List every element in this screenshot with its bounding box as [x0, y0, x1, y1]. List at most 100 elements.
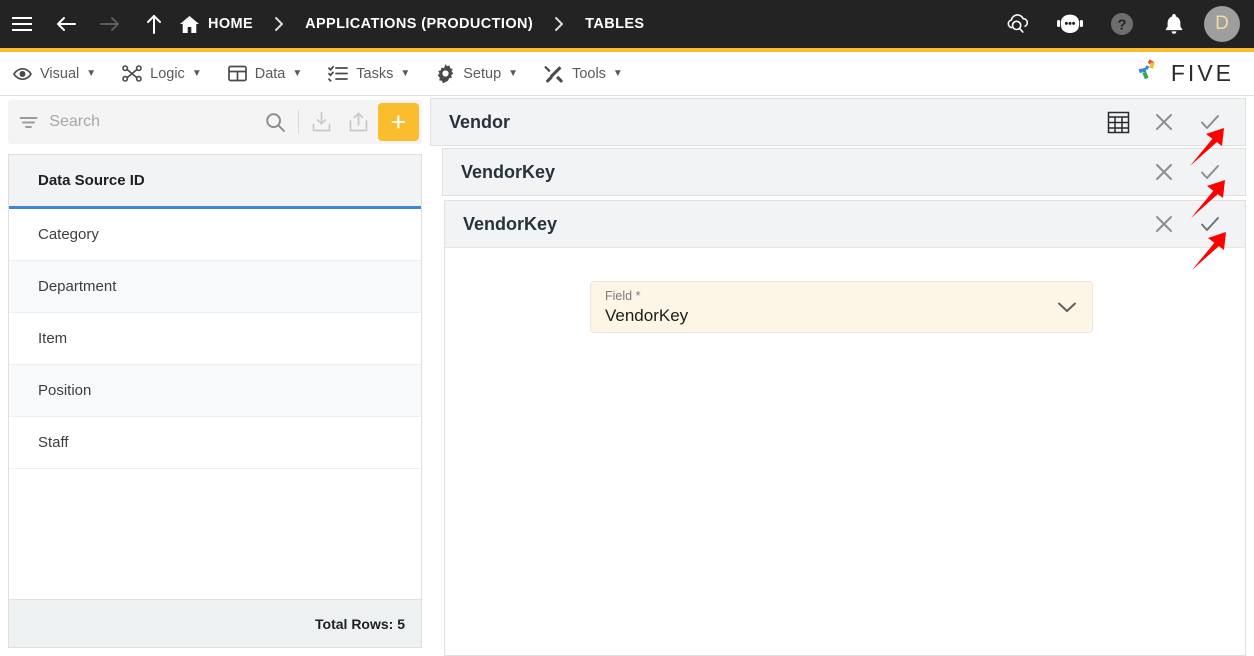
breadcrumb-tables[interactable]: TABLES	[581, 0, 648, 48]
field-select[interactable]: Field * VendorKey	[590, 281, 1093, 333]
table-cell-name: Category	[38, 226, 99, 243]
field-select-label: Field *	[605, 288, 641, 303]
chevron-down-icon: ▼	[191, 68, 202, 79]
data-source-panel: + Data Source ID Category Department Ite…	[8, 100, 422, 648]
five-brand-text: FIVE	[1170, 60, 1234, 86]
chevron-down-icon: ▼	[612, 68, 623, 79]
vendorkey-card: VendorKey	[442, 148, 1246, 196]
chevron-down-icon[interactable]	[1056, 300, 1078, 314]
avatar-initial: D	[1215, 13, 1229, 34]
menu-item-tools-label: Tools	[572, 65, 606, 82]
vendorkey-detail-card: VendorKey Field * VendorKey	[444, 200, 1246, 656]
chevron-down-icon: ▼	[508, 68, 519, 79]
confirm-check-icon[interactable]	[1189, 202, 1231, 246]
table-row[interactable]: Department	[9, 261, 421, 313]
toolbar-divider	[297, 110, 299, 134]
notifications-bell-icon[interactable]	[1152, 0, 1196, 48]
breadcrumb-separator-2	[537, 0, 581, 48]
menu-item-setup[interactable]: Setup ▼	[423, 52, 531, 96]
add-button[interactable]: +	[377, 103, 420, 141]
close-icon[interactable]	[1143, 202, 1185, 246]
menu-item-tasks-label: Tasks	[356, 65, 394, 82]
vendorkey-detail-actions	[1143, 202, 1231, 246]
breadcrumb-applications[interactable]: APPLICATIONS (PRODUCTION)	[301, 0, 537, 48]
table-cell-name: Item	[38, 330, 68, 347]
table-cell-name: Staff	[38, 434, 69, 451]
confirm-check-icon[interactable]	[1189, 150, 1231, 194]
checklist-icon	[328, 65, 349, 82]
svg-text:?: ?	[1117, 17, 1126, 34]
menu-item-logic[interactable]: Logic ▼	[109, 52, 215, 96]
menu-item-data-label: Data	[254, 65, 286, 82]
arrow-left-icon[interactable]	[44, 0, 88, 48]
eye-icon	[13, 66, 32, 82]
tools-icon	[544, 65, 564, 83]
home-icon	[180, 15, 199, 33]
vendor-card: Vendor	[430, 98, 1246, 146]
table-cell-name: Department	[38, 278, 117, 295]
column-header-data-source-id[interactable]: Data Source ID	[9, 155, 421, 209]
table-row[interactable]: Staff	[9, 417, 421, 469]
menu-item-tools[interactable]: Tools ▼	[531, 52, 636, 96]
close-icon[interactable]	[1143, 100, 1185, 144]
menu-item-data[interactable]: Data ▼	[215, 52, 316, 96]
chevron-down-icon: ▼	[292, 68, 303, 79]
five-logo-icon	[1134, 57, 1164, 90]
field-select-value: VendorKey	[605, 305, 689, 325]
table-row[interactable]: Position	[9, 365, 421, 417]
search-toolbar: +	[8, 100, 422, 144]
total-rows-label: Total Rows: 5	[315, 615, 405, 632]
nodes-icon	[122, 65, 142, 82]
column-header-label: Data Source ID	[38, 172, 145, 189]
gear-icon	[436, 64, 455, 83]
menu-item-tasks[interactable]: Tasks ▼	[315, 52, 423, 96]
vendor-card-actions	[1097, 100, 1231, 144]
cloud-search-icon[interactable]	[996, 0, 1040, 48]
vendorkey-card-header: VendorKey	[443, 149, 1245, 195]
menu-item-visual-label: Visual	[40, 65, 80, 82]
arrow-up-icon[interactable]	[132, 0, 176, 48]
vendorkey-detail-body: Field * VendorKey	[445, 248, 1245, 655]
vendor-card-header: Vendor	[431, 99, 1245, 145]
grid-view-icon[interactable]	[1097, 100, 1139, 144]
table-icon	[227, 65, 247, 82]
grid-rows: Category Department Item Position Staff	[9, 209, 421, 599]
vendorkey-card-title: VendorKey	[461, 161, 556, 182]
table-row[interactable]: Item	[9, 313, 421, 365]
breadcrumb-home[interactable]: HOME	[176, 0, 257, 48]
breadcrumb-home-label: HOME	[208, 16, 254, 32]
confirm-check-icon[interactable]	[1189, 100, 1231, 144]
data-source-grid: Data Source ID Category Department Item …	[8, 154, 422, 648]
hamburger-menu-icon[interactable]	[0, 0, 44, 48]
search-input[interactable]	[49, 113, 257, 131]
menu-item-setup-label: Setup	[463, 65, 502, 82]
table-cell-name: Position	[38, 382, 92, 399]
menu-item-visual[interactable]: Visual ▼	[0, 52, 109, 96]
vendor-card-title: Vendor	[449, 111, 511, 132]
help-icon[interactable]: ?	[1100, 0, 1144, 48]
search-icon[interactable]	[256, 100, 294, 144]
field-select-content: Field * VendorKey	[605, 289, 688, 326]
chevron-down-icon: ▼	[86, 68, 97, 79]
five-brand-logo: FIVE	[1134, 57, 1254, 90]
breadcrumb-tables-label: TABLES	[585, 16, 645, 32]
avatar[interactable]: D	[1204, 6, 1240, 42]
breadcrumb-applications-label: APPLICATIONS (PRODUCTION)	[305, 16, 534, 32]
filter-icon[interactable]	[8, 115, 49, 130]
breadcrumb-separator-1	[257, 0, 301, 48]
vendor-editor-panel: Vendor VendorKey VendorKey Field * Vendo…	[430, 98, 1246, 656]
add-button-label: +	[390, 106, 407, 137]
top-bar-actions: ? D	[996, 0, 1254, 48]
vendorkey-detail-header: VendorKey	[445, 201, 1245, 248]
menu-item-logic-label: Logic	[150, 65, 185, 82]
total-rows-footer: Total Rows: 5	[9, 599, 421, 647]
close-icon[interactable]	[1143, 150, 1185, 194]
chevron-down-icon: ▼	[400, 68, 411, 79]
chatbot-icon[interactable]	[1048, 0, 1092, 48]
export-icon[interactable]	[340, 100, 378, 144]
import-icon[interactable]	[303, 100, 341, 144]
application-menu-bar: Visual ▼ Logic ▼ Data ▼ Tasks ▼ Setup ▼	[0, 52, 1254, 96]
table-row[interactable]: Category	[9, 209, 421, 261]
vendorkey-detail-title: VendorKey	[463, 213, 558, 234]
arrow-right-icon[interactable]	[88, 0, 132, 48]
